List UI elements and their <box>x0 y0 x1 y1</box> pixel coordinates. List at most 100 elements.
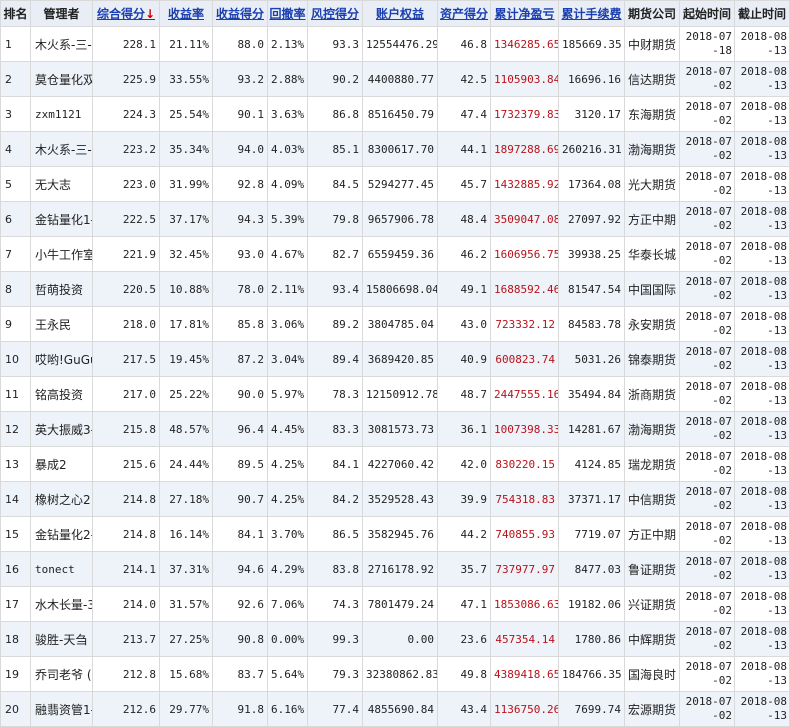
end-date-cell: 2018-08-13 <box>734 586 790 622</box>
manager-cell: 融翡资管1- <box>30 691 93 727</box>
return-rate-cell: 15.68% <box>159 656 213 692</box>
asset-score-cell: 49.8 <box>437 656 491 692</box>
drawdown-cell: 6.16% <box>267 691 308 727</box>
company-cell: 兴证期货 <box>624 586 680 622</box>
header-manager: 管理者 <box>30 0 93 27</box>
end-date-cell: 2018-08-13 <box>734 341 790 377</box>
start-date-cell: 2018-07-02 <box>679 201 735 237</box>
asset-score-cell: 46.2 <box>437 236 491 272</box>
header-equity[interactable]: 账户权益 <box>362 0 438 27</box>
return-score-cell: 84.1 <box>212 516 268 552</box>
return-rate-cell: 29.77% <box>159 691 213 727</box>
end-date-cell: 2018-08-13 <box>734 201 790 237</box>
rank-cell: 16 <box>0 551 31 587</box>
drawdown-cell: 3.04% <box>267 341 308 377</box>
net-profit-cell: 4389418.65 <box>490 656 559 692</box>
header-net-profit[interactable]: 累计净盈亏 <box>490 0 559 27</box>
risk-score-cell: 86.8 <box>307 96 363 132</box>
rank-cell: 4 <box>0 131 31 167</box>
composite-score-cell: 218.0 <box>92 306 160 342</box>
company-cell: 渤海期货 <box>624 411 680 447</box>
table-row: 4 木火系-三- 223.2 35.34% 94.0 4.03% 85.1 8300617.7… <box>0 131 790 167</box>
composite-score-cell: 214.0 <box>92 586 160 622</box>
asset-score-cell: 48.7 <box>437 376 491 412</box>
risk-score-cell: 85.1 <box>307 131 363 167</box>
equity-cell: 9657906.78 <box>362 201 438 237</box>
composite-score-cell: 222.5 <box>92 201 160 237</box>
composite-score-cell: 214.8 <box>92 516 160 552</box>
table-row: 9 王永民 218.0 17.81% 85.8 3.06% 89.2 3804785.04 43… <box>0 306 790 342</box>
end-date-cell: 2018-08-13 <box>734 271 790 307</box>
header-composite-score[interactable]: 综合得分↓ <box>92 0 160 27</box>
table-row: 20 融翡资管1- 212.6 29.77% 91.8 6.16% 77.4 4855690.… <box>0 691 790 727</box>
header-company: 期货公司 <box>624 0 680 27</box>
start-date-cell: 2018-07-02 <box>679 691 735 727</box>
table-row: 6 金钻量化1- 222.5 37.17% 94.3 5.39% 79.8 9657906.7… <box>0 201 790 237</box>
equity-cell: 5294277.45 <box>362 166 438 202</box>
rank-cell: 6 <box>0 201 31 237</box>
company-cell: 中财期货 <box>624 26 680 62</box>
company-cell: 锦泰期货 <box>624 341 680 377</box>
company-cell: 鲁证期货 <box>624 551 680 587</box>
composite-score-cell: 223.2 <box>92 131 160 167</box>
composite-score-cell: 224.3 <box>92 96 160 132</box>
rank-cell: 17 <box>0 586 31 622</box>
risk-score-cell: 84.1 <box>307 446 363 482</box>
risk-score-cell: 86.5 <box>307 516 363 552</box>
net-profit-cell: 600823.74 <box>490 341 559 377</box>
return-score-cell: 89.5 <box>212 446 268 482</box>
header-return-rate[interactable]: 收益率 <box>159 0 213 27</box>
return-rate-cell: 10.88% <box>159 271 213 307</box>
risk-score-cell: 74.3 <box>307 586 363 622</box>
start-date-cell: 2018-07-02 <box>679 306 735 342</box>
return-rate-cell: 19.45% <box>159 341 213 377</box>
return-rate-cell: 32.45% <box>159 236 213 272</box>
rank-cell: 8 <box>0 271 31 307</box>
manager-cell: 王永民 <box>30 306 93 342</box>
rank-cell: 2 <box>0 61 31 97</box>
return-score-cell: 91.8 <box>212 691 268 727</box>
table-row: 2 莫仓量化双 225.9 33.55% 93.2 2.88% 90.2 4400880.77… <box>0 61 790 97</box>
equity-cell: 32380862.83 <box>362 656 438 692</box>
risk-score-cell: 78.3 <box>307 376 363 412</box>
company-cell: 中信期货 <box>624 481 680 517</box>
asset-score-cell: 48.4 <box>437 201 491 237</box>
start-date-cell: 2018-07-18 <box>679 26 735 62</box>
fees-cell: 27097.92 <box>558 201 625 237</box>
return-score-cell: 90.8 <box>212 621 268 657</box>
asset-score-cell: 49.1 <box>437 271 491 307</box>
header-asset-score[interactable]: 资产得分 <box>437 0 491 27</box>
header-fees[interactable]: 累计手续费 <box>558 0 625 27</box>
rank-cell: 15 <box>0 516 31 552</box>
end-date-cell: 2018-08-13 <box>734 306 790 342</box>
composite-score-cell: 223.0 <box>92 166 160 202</box>
fees-cell: 260216.31 <box>558 131 625 167</box>
equity-cell: 12150912.78 <box>362 376 438 412</box>
drawdown-cell: 2.13% <box>267 26 308 62</box>
drawdown-cell: 4.03% <box>267 131 308 167</box>
manager-cell: 英大振威3- <box>30 411 93 447</box>
risk-score-cell: 77.4 <box>307 691 363 727</box>
manager-cell: 乔司老爷 ( <box>30 656 93 692</box>
drawdown-cell: 2.88% <box>267 61 308 97</box>
equity-cell: 7801479.24 <box>362 586 438 622</box>
company-cell: 渤海期货 <box>624 131 680 167</box>
manager-cell: zxm1121 <box>30 96 93 132</box>
manager-cell: 水木长量-3 <box>30 586 93 622</box>
table-row: 16 tonect 214.1 37.31% 94.6 4.29% 83.8 2716178.… <box>0 551 790 587</box>
drawdown-cell: 3.06% <box>267 306 308 342</box>
return-score-cell: 92.8 <box>212 166 268 202</box>
start-date-cell: 2018-07-02 <box>679 131 735 167</box>
header-drawdown[interactable]: 回撤率 <box>267 0 308 27</box>
risk-score-cell: 79.3 <box>307 656 363 692</box>
asset-score-cell: 46.8 <box>437 26 491 62</box>
header-risk-score[interactable]: 风控得分 <box>307 0 363 27</box>
header-return-score[interactable]: 收益得分 <box>212 0 268 27</box>
composite-score-cell: 217.5 <box>92 341 160 377</box>
manager-cell: 骏胜-天刍 <box>30 621 93 657</box>
sort-down-arrow-icon: ↓ <box>144 7 156 21</box>
table-row: 8 哲萌投资 220.5 10.88% 78.0 2.11% 93.4 15806698.04… <box>0 271 790 307</box>
composite-score-cell: 225.9 <box>92 61 160 97</box>
net-profit-cell: 2447555.16 <box>490 376 559 412</box>
manager-cell: 木火系-三- <box>30 131 93 167</box>
